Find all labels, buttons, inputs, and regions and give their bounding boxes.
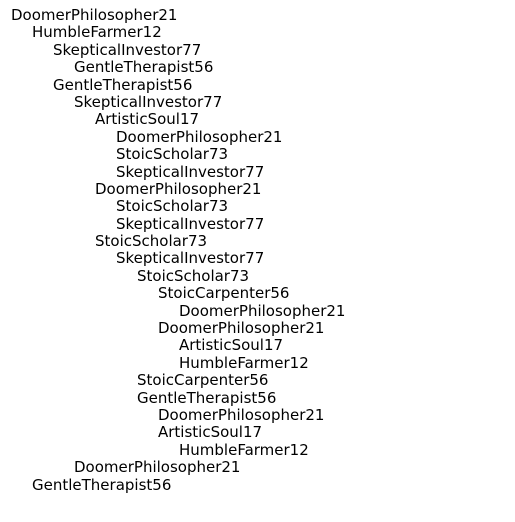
tree-node[interactable]: GentleTherapist56 [11, 58, 345, 76]
tree-node[interactable]: DoomerPhilosopher21 [11, 128, 345, 146]
tree-node[interactable]: DoomerPhilosopher21 [11, 180, 345, 198]
thread-tree: DoomerPhilosopher21 HumbleFarmer12 Skept… [11, 6, 345, 494]
tree-node[interactable]: GentleTherapist56 [11, 389, 345, 407]
tree-node[interactable]: SkepticalInvestor77 [11, 215, 345, 233]
tree-node[interactable]: SkepticalInvestor77 [11, 163, 345, 181]
tree-node[interactable]: GentleTherapist56 [11, 476, 345, 494]
tree-node[interactable]: DoomerPhilosopher21 [11, 319, 345, 337]
tree-node[interactable]: DoomerPhilosopher21 [11, 6, 345, 24]
tree-node[interactable]: GentleTherapist56 [11, 76, 345, 94]
tree-node[interactable]: DoomerPhilosopher21 [11, 458, 345, 476]
tree-node[interactable]: ArtisticSoul17 [11, 110, 345, 128]
tree-node[interactable]: SkepticalInvestor77 [11, 250, 345, 268]
tree-node[interactable]: DoomerPhilosopher21 [11, 302, 345, 320]
tree-node[interactable]: SkepticalInvestor77 [11, 93, 345, 111]
tree-node[interactable]: ArtisticSoul17 [11, 423, 345, 441]
tree-node[interactable]: StoicCarpenter56 [11, 284, 345, 302]
tree-node[interactable]: HumbleFarmer12 [11, 441, 345, 459]
tree-node[interactable]: HumbleFarmer12 [11, 23, 345, 41]
tree-node[interactable]: HumbleFarmer12 [11, 354, 345, 372]
tree-node[interactable]: StoicScholar73 [11, 267, 345, 285]
tree-node[interactable]: SkepticalInvestor77 [11, 41, 345, 59]
tree-node[interactable]: StoicScholar73 [11, 232, 345, 250]
tree-node[interactable]: StoicScholar73 [11, 145, 345, 163]
tree-node[interactable]: StoicCarpenter56 [11, 371, 345, 389]
tree-node[interactable]: ArtisticSoul17 [11, 337, 345, 355]
tree-node[interactable]: StoicScholar73 [11, 197, 345, 215]
tree-node[interactable]: DoomerPhilosopher21 [11, 406, 345, 424]
